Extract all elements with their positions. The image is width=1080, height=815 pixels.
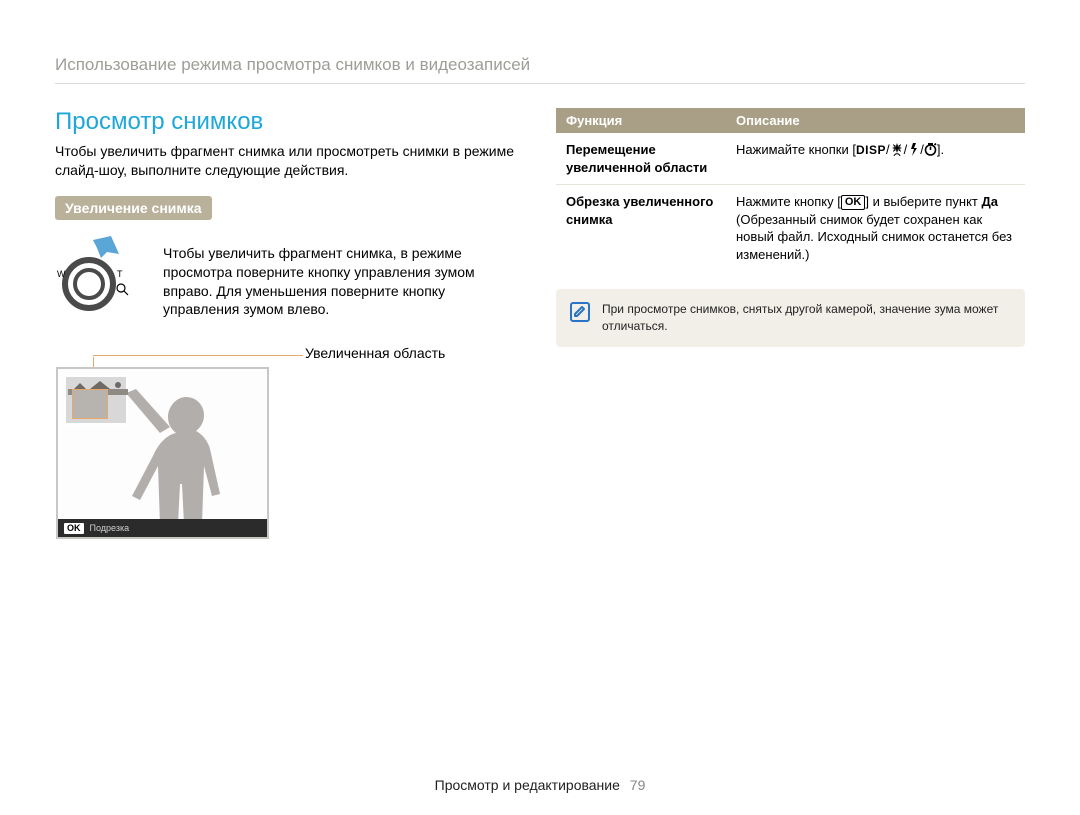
flash-icon [907, 143, 920, 156]
note-info-icon [570, 302, 590, 322]
cell-function-move: Перемещение увеличенной области [556, 133, 726, 185]
page-number: 79 [630, 777, 646, 793]
zoom-dial-svg: W T [55, 236, 149, 312]
page-footer: Просмотр и редактирование 79 [0, 777, 1080, 793]
crop-yes-bold: Да [982, 194, 999, 209]
left-column: Просмотр снимков Чтобы увеличить фрагмен… [55, 108, 524, 539]
crop-mid: ] и выберите пункт [865, 194, 981, 209]
page-title: Просмотр снимков [55, 108, 524, 136]
cell-desc-move: Нажимайте кнопки [DISP///]. [726, 133, 1025, 185]
note-text: При просмотре снимков, снятых другой кам… [602, 301, 1013, 335]
zoom-tele-label: T [117, 269, 123, 279]
trim-label: Подрезка [90, 523, 130, 533]
table-row: Перемещение увеличенной области Нажимайт… [556, 133, 1025, 185]
function-table: Функция Описание Перемещение увеличенной… [556, 108, 1025, 271]
preview-bottom-bar: OK Подрезка [58, 519, 267, 537]
th-description: Описание [726, 108, 1025, 133]
th-function: Функция [556, 108, 726, 133]
table-row: Обрезка увеличенного снимка Нажмите кноп… [556, 185, 1025, 272]
crop-tail: (Обрезанный снимок будет сохранен как но… [736, 212, 1012, 262]
pencil-check-icon [574, 305, 586, 319]
footer-section: Просмотр и редактирование [435, 777, 620, 793]
self-timer-icon [924, 143, 937, 156]
subsection-heading: Увеличение снимка [55, 196, 212, 220]
ok-badge: OK [64, 523, 84, 534]
crop-pre: Нажмите кнопку [ [736, 194, 841, 209]
zoom-dial-icon: W T [55, 236, 149, 312]
manual-page: Использование режима просмотра снимков и… [0, 0, 1080, 815]
flower-macro-icon [890, 143, 904, 156]
two-column-layout: Просмотр снимков Чтобы увеличить фрагмен… [55, 108, 1025, 539]
preview-thumbnail-frame [64, 375, 128, 425]
cell-function-crop: Обрезка увеличенного снимка [556, 185, 726, 272]
leader-line-horizontal [93, 355, 303, 356]
zoom-instruction-text: Чтобы увеличить фрагмент снимка, в режим… [163, 236, 524, 320]
note-callout: При просмотре снимков, снятых другой кам… [556, 289, 1025, 347]
breadcrumb: Использование режима просмотра снимков и… [55, 55, 1025, 84]
zoom-wide-label: W [57, 269, 66, 279]
zoom-instruction-row: W T Чтобы увеличить фрагмент снимка, в р… [55, 236, 524, 320]
preview-image-area: OK Подрезка [58, 369, 267, 537]
desc-pre: Нажимайте кнопки [ [736, 142, 856, 157]
preview-label-wrap: Увеличенная область [55, 345, 524, 365]
child-silhouette [116, 389, 246, 524]
thumbnail-highlight-rect [72, 389, 108, 419]
camera-preview-screen: OK Подрезка [56, 367, 269, 539]
ok-key-icon: OK [841, 195, 866, 210]
desc-post: ]. [937, 142, 944, 157]
intro-paragraph: Чтобы увеличить фрагмент снимка или прос… [55, 142, 524, 180]
magnified-area-label: Увеличенная область [305, 345, 524, 361]
cell-desc-crop: Нажмите кнопку [OK] и выберите пункт Да … [726, 185, 1025, 272]
right-column: Функция Описание Перемещение увеличенной… [556, 108, 1025, 539]
table-header-row: Функция Описание [556, 108, 1025, 133]
disp-label-icon: DISP [856, 143, 886, 157]
